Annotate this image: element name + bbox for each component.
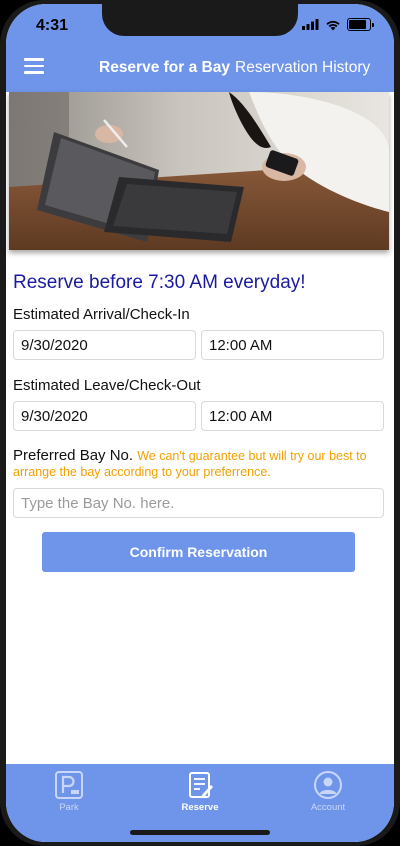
reserve-icon [189,772,213,798]
nav-title: Reserve for a Bay [99,59,230,76]
tab-reserve-label: Reserve [181,802,219,813]
top-bar: 4:31 Reserve for a Bay Reservation Histo… [6,4,394,92]
screen: 4:31 Reserve for a Bay Reservation Histo… [6,4,394,842]
account-icon [314,771,342,799]
arrival-date-field[interactable]: 9/30/2020 [13,330,196,360]
arrival-date-value: 9/30/2020 [21,336,88,354]
tab-park[interactable]: Park [29,770,109,813]
tab-account-label: Account [310,802,346,813]
tab-bar: Park Reserve Account [6,764,394,842]
bay-label: Preferred Bay No. [13,447,134,464]
reservation-history-link[interactable]: Reservation History [235,59,370,77]
wifi-icon [326,20,340,30]
leave-date-value: 9/30/2020 [21,407,88,425]
hero-photo [9,92,389,250]
device-frame: 4:31 Reserve for a Bay Reservation Histo… [0,0,400,846]
leave-time-value: 12:00 AM [209,407,273,425]
leave-time-field[interactable]: 12:00 AM [201,401,384,431]
notch [102,4,298,36]
home-indicator [130,830,270,835]
menu-icon[interactable] [24,58,44,74]
parking-icon [55,771,83,799]
status-time: 4:31 [36,17,69,34]
leave-label: Estimated Leave/Check-Out [13,377,201,394]
status-icons [302,18,374,31]
signal-icon [302,19,319,30]
hero-image [9,92,389,250]
arrival-label: Estimated Arrival/Check-In [13,306,190,323]
reserve-headline: Reserve before 7:30 AM everyday! [13,272,306,293]
confirm-reservation-button[interactable]: Confirm Reservation [42,532,355,572]
tab-account[interactable]: Account [288,770,368,813]
battery-icon [347,18,371,31]
tab-park-label: Park [59,802,79,813]
tab-reserve[interactable]: Reserve [160,770,240,813]
nav-row: Reserve for a Bay Reservation History [6,46,394,90]
arrival-time-field[interactable]: 12:00 AM [201,330,384,360]
battery-cap [372,22,374,27]
bay-note: Preferred Bay No. We can't guarantee but… [13,448,385,480]
status-bar: 4:31 [6,4,394,46]
arrival-time-value: 12:00 AM [209,336,273,354]
bay-number-input[interactable]: Type the Bay No. here. [13,488,384,518]
bay-number-placeholder: Type the Bay No. here. [21,494,175,512]
leave-date-field[interactable]: 9/30/2020 [13,401,196,431]
